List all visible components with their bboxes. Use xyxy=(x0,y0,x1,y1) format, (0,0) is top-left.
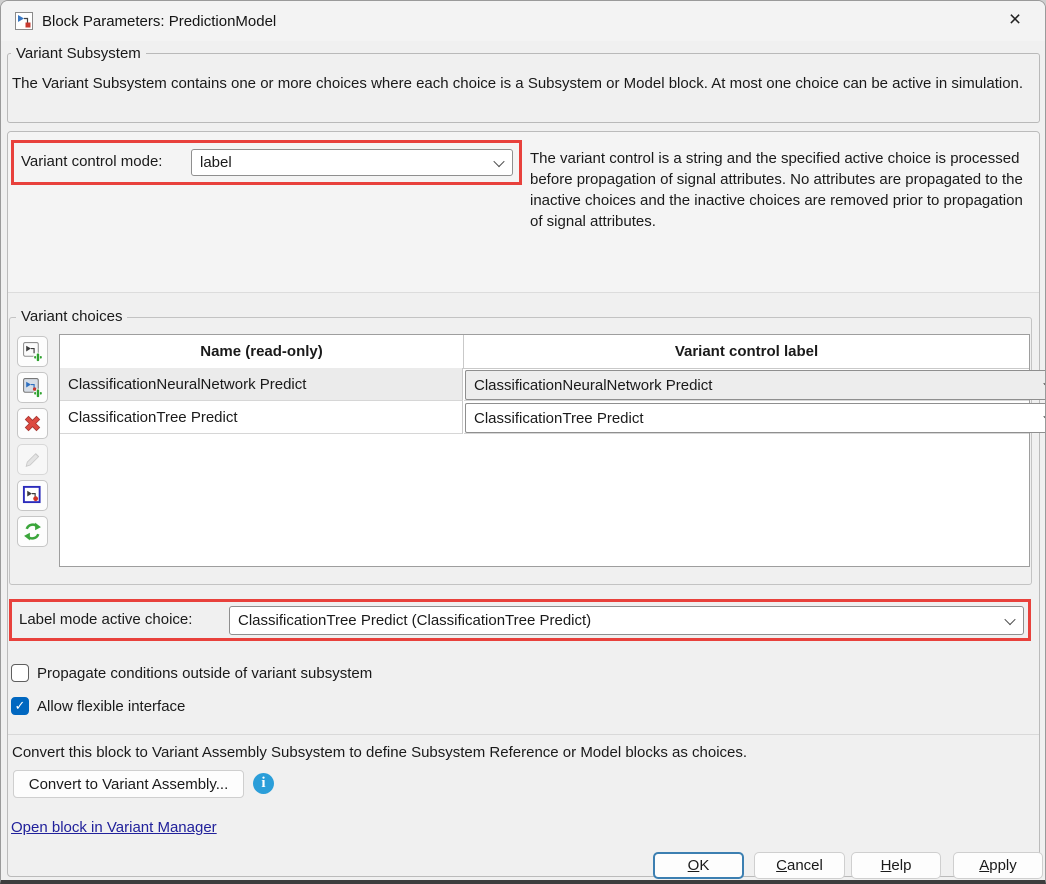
title-bar: Block Parameters: PredictionModel × xyxy=(1,1,1045,41)
footer-button-ok[interactable]: OK xyxy=(653,852,744,879)
variant-control-mode-value: label xyxy=(200,154,232,171)
chevron-down-icon xyxy=(493,155,504,166)
table-row[interactable]: ClassificationNeuralNetwork Predict Clas… xyxy=(60,368,1029,401)
control-label-select[interactable]: ClassificationNeuralNetwork Predict xyxy=(465,370,1046,400)
separator xyxy=(8,734,1039,735)
window-title: Block Parameters: PredictionModel xyxy=(42,13,276,30)
edit-choice-button[interactable] xyxy=(17,444,48,475)
model-block-plus-icon xyxy=(22,377,43,398)
convert-description: Convert this block to Variant Assembly S… xyxy=(12,744,1032,761)
label-mode-value: ClassificationTree Predict (Classificati… xyxy=(238,612,591,629)
open-variant-manager-link[interactable]: Open block in Variant Manager xyxy=(11,819,217,836)
column-header-name: Name (read-only) xyxy=(60,335,464,369)
block-plus-icon xyxy=(22,341,43,362)
refresh-choices-button[interactable] xyxy=(17,516,48,547)
info-icon[interactable]: i xyxy=(253,773,274,794)
choice-name-cell: ClassificationNeuralNetwork Predict xyxy=(60,368,463,401)
variant-control-mode-label: Variant control mode: xyxy=(21,153,162,170)
variant-choices-group-title: Variant choices xyxy=(16,308,127,326)
control-label-value: ClassificationTree Predict xyxy=(474,410,644,427)
choice-name-cell: ClassificationTree Predict xyxy=(60,401,463,434)
open-selected-block-button[interactable] xyxy=(17,480,48,511)
propagate-conditions-label: Propagate conditions outside of variant … xyxy=(37,665,372,682)
open-block-icon xyxy=(22,485,43,506)
add-subsystem-choice-button[interactable] xyxy=(17,336,48,367)
propagate-conditions-checkbox[interactable] xyxy=(11,664,29,682)
info-icon-wrap: i xyxy=(253,773,274,794)
footer-button-apply[interactable]: Apply xyxy=(953,852,1043,879)
variant-choices-table: Name (read-only) Variant control label C… xyxy=(59,334,1030,567)
footer-button-help[interactable]: Help xyxy=(851,852,941,879)
variant-control-mode-description: The variant control is a string and the … xyxy=(530,148,1037,232)
variant-control-mode-select[interactable]: label xyxy=(191,149,513,176)
variant-subsystem-group-title: Variant Subsystem xyxy=(11,45,146,63)
control-label-value: ClassificationNeuralNetwork Predict xyxy=(474,377,712,394)
block-parameters-dialog: Block Parameters: PredictionModel × Vari… xyxy=(0,0,1046,884)
subsystem-block-icon xyxy=(15,12,33,30)
convert-to-variant-assembly-button[interactable]: Convert to Variant Assembly... xyxy=(13,770,244,798)
allow-flexible-interface-checkbox[interactable]: ✓ xyxy=(11,697,29,715)
column-header-variant-control-label: Variant control label xyxy=(464,335,1029,369)
control-label-select[interactable]: ClassificationTree Predict xyxy=(465,403,1046,433)
table-row[interactable]: ClassificationTree Predict Classificatio… xyxy=(60,401,1029,434)
choice-label-cell: ClassificationNeuralNetwork Predict xyxy=(464,368,1029,401)
refresh-icon xyxy=(22,521,43,542)
variant-subsystem-description: The Variant Subsystem contains one or mo… xyxy=(12,73,1032,94)
close-icon[interactable]: × xyxy=(993,1,1037,39)
pencil-icon xyxy=(22,449,43,470)
choice-label-cell: ClassificationTree Predict xyxy=(464,401,1029,434)
delete-choice-button[interactable] xyxy=(17,408,48,439)
allow-flexible-interface-label: Allow flexible interface xyxy=(37,698,185,715)
add-model-choice-button[interactable] xyxy=(17,372,48,403)
chevron-down-icon xyxy=(1004,613,1015,624)
label-mode-select[interactable]: ClassificationTree Predict (Classificati… xyxy=(229,606,1024,635)
label-mode-label: Label mode active choice: xyxy=(19,611,192,628)
red-cross-icon xyxy=(22,413,43,434)
footer-button-cancel[interactable]: Cancel xyxy=(754,852,845,879)
link-row: Open block in Variant Manager xyxy=(11,819,217,836)
